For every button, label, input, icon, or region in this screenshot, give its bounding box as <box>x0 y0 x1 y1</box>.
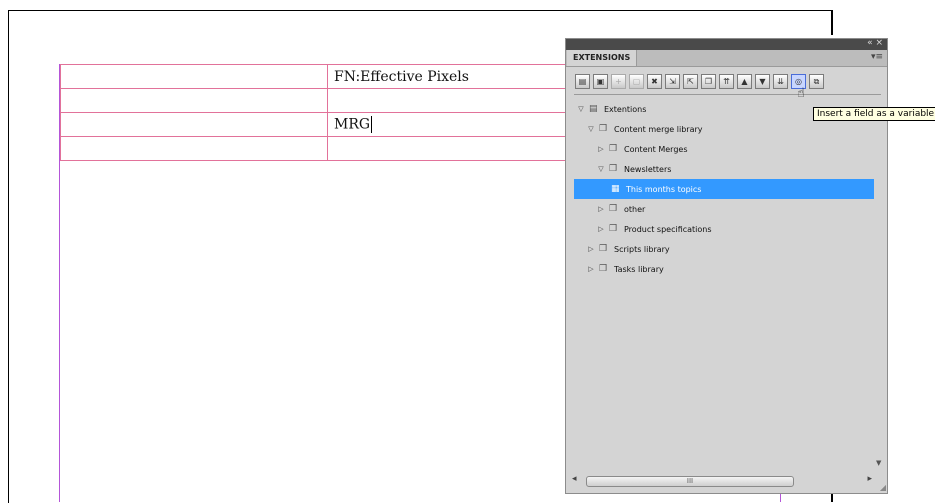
library-icon: ▤ <box>589 104 598 114</box>
new-document-icon[interactable]: ▤ <box>575 74 590 89</box>
scroll-right-icon[interactable]: ▸ <box>867 474 872 484</box>
tree-item-scripts-library[interactable]: ▷ ❒ Scripts library <box>574 239 874 259</box>
table-cell[interactable] <box>327 88 580 113</box>
table-row[interactable]: MRG <box>60 112 580 137</box>
table-cell[interactable] <box>327 136 580 161</box>
tree-item-label: Scripts library <box>614 244 670 254</box>
tree-item-label: Newsletters <box>624 164 672 174</box>
table-cell-active[interactable]: MRG <box>327 112 580 137</box>
table-row[interactable] <box>60 88 580 113</box>
move-bottom-icon[interactable]: ⇊ <box>773 74 788 89</box>
collapse-triangle-icon[interactable]: ▷ <box>586 265 596 273</box>
folder-icon: ❒ <box>599 124 608 134</box>
table-row[interactable]: FN:Effective Pixels <box>60 64 580 89</box>
tab-extensions[interactable]: EXTENSIONS <box>567 50 638 66</box>
move-up-icon[interactable]: ▲ <box>737 74 752 89</box>
collapse-triangle-icon[interactable]: ▷ <box>596 205 606 213</box>
tree-item-label: Content merge library <box>614 124 703 134</box>
resize-grip-icon[interactable]: ◢ <box>880 483 886 492</box>
toolbar-divider <box>574 94 881 95</box>
panel-tab-row: EXTENSIONS ▾≡ <box>566 50 887 67</box>
extensions-tree[interactable]: ▽ ▤ Extentions ▽ ❒ Content merge library… <box>574 99 874 279</box>
disabled-icon[interactable]: ▢ <box>629 74 644 89</box>
tree-item-label: other <box>624 204 646 214</box>
hand-cursor-icon: ☝ <box>797 86 805 101</box>
collapse-triangle-icon[interactable]: ▷ <box>586 245 596 253</box>
document-table[interactable]: FN:Effective Pixels MRG <box>60 64 580 161</box>
panel-window-controls[interactable]: « × <box>867 38 883 48</box>
delete-icon[interactable]: ✖ <box>647 74 662 89</box>
save-icon[interactable]: ▣ <box>593 74 608 89</box>
tree-item-label: This months topics <box>626 184 702 194</box>
horizontal-scrollbar[interactable]: ◂ III ▸ <box>572 474 872 487</box>
panel-titlebar[interactable]: « × <box>566 38 887 50</box>
collapse-triangle-icon[interactable]: ▷ <box>596 225 606 233</box>
folder-icon: ❒ <box>609 164 618 174</box>
scroll-left-icon[interactable]: ◂ <box>572 474 577 484</box>
tree-item-label: Content Merges <box>624 144 688 154</box>
table-cell[interactable] <box>60 136 328 161</box>
vertical-scrollbar[interactable]: ▼ <box>875 75 885 479</box>
scroll-thumb[interactable]: III <box>586 476 794 487</box>
import-icon[interactable]: ⇲ <box>665 74 680 89</box>
tree-item-content-merge-library[interactable]: ▽ ❒ Content merge library <box>574 119 874 139</box>
collapse-triangle-icon[interactable]: ▷ <box>596 145 606 153</box>
tree-item-content-merges[interactable]: ▷ ❒ Content Merges <box>574 139 874 159</box>
table-cell[interactable] <box>60 64 328 89</box>
folder-icon: ❒ <box>599 264 608 274</box>
tree-item-newsletters[interactable]: ▽ ❒ Newsletters <box>574 159 874 179</box>
cell-text: MRG <box>334 116 371 133</box>
tooltip: Insert a field as a variable <box>813 107 935 121</box>
tree-item-label: Tasks library <box>614 264 664 274</box>
expand-triangle-icon[interactable]: ▽ <box>596 165 606 173</box>
tree-item-product-specifications[interactable]: ▷ ❒ Product specifications <box>574 219 874 239</box>
add-icon[interactable]: + <box>611 74 626 89</box>
table-row[interactable] <box>60 136 580 161</box>
folder-icon: ❒ <box>609 224 618 234</box>
table-cell[interactable] <box>60 88 328 113</box>
folder-icon: ❒ <box>609 204 618 214</box>
tree-item-this-months-topics[interactable]: ▦ This months topics <box>574 179 874 199</box>
page-edge <box>831 10 833 35</box>
folder-icon: ❒ <box>609 144 618 154</box>
scroll-down-icon[interactable]: ▼ <box>876 459 881 467</box>
expand-triangle-icon[interactable]: ▽ <box>576 105 586 113</box>
panel-toolbar: ▤ ▣ + ▢ ✖ ⇲ ⇱ ❐ ⇈ ▲ ▼ ⇊ ◎ ⧉ <box>575 74 824 92</box>
merge-icon[interactable]: ⧉ <box>809 74 824 89</box>
copy-icon[interactable]: ❐ <box>701 74 716 89</box>
table-cell[interactable] <box>60 112 328 137</box>
move-top-icon[interactable]: ⇈ <box>719 74 734 89</box>
tree-item-tasks-library[interactable]: ▷ ❒ Tasks library <box>574 259 874 279</box>
tree-item-label: Extentions <box>604 104 647 114</box>
folder-icon: ❒ <box>599 244 608 254</box>
expand-triangle-icon[interactable]: ▽ <box>586 125 596 133</box>
table-cell[interactable]: FN:Effective Pixels <box>327 64 580 89</box>
export-icon[interactable]: ⇱ <box>683 74 698 89</box>
tree-item-other[interactable]: ▷ ❒ other <box>574 199 874 219</box>
tree-item-label: Product specifications <box>624 224 712 234</box>
document-icon: ▦ <box>611 184 620 194</box>
move-down-icon[interactable]: ▼ <box>755 74 770 89</box>
panel-menu-icon[interactable]: ▾≡ <box>871 52 883 62</box>
text-cursor <box>371 116 373 133</box>
